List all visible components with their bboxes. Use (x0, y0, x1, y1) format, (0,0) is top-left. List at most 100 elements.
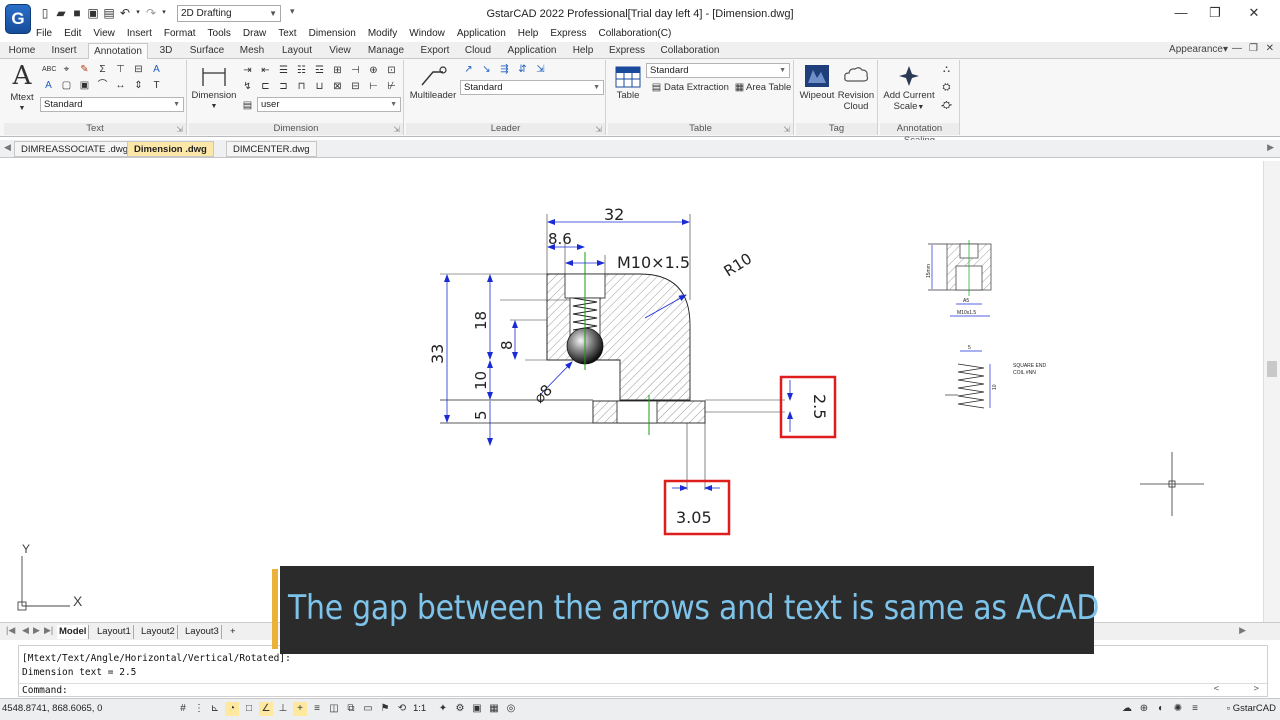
detail-view[interactable]: 15mm A5 M10x1.5 (926, 240, 992, 317)
layout-tab-model[interactable]: Model (57, 625, 90, 639)
dim-oblique-icon[interactable]: ⊏ (259, 80, 272, 93)
restore-button[interactable]: ❐ (1204, 3, 1226, 23)
tab-cloud[interactable]: Cloud (460, 43, 496, 59)
menu-help[interactable]: Help (512, 27, 545, 41)
text-frame-icon[interactable]: ▢ (60, 79, 73, 92)
menu-edit[interactable]: Edit (58, 27, 87, 41)
tab-home[interactable]: Home (4, 43, 40, 59)
text-style-icon[interactable]: A (150, 63, 163, 76)
mtext-button[interactable]: A Mtext ▼ (6, 62, 38, 114)
dim-tedit-icon[interactable]: ⊐ (277, 80, 290, 93)
add-current-scale-button[interactable]: Add Current Scale▼ (880, 64, 938, 113)
command-input-row[interactable]: Command: < > (19, 683, 1267, 697)
dim-linear-icon[interactable]: ⇥ (241, 64, 254, 77)
new-file-icon[interactable]: ▯ (38, 6, 52, 20)
customize-qat-icon[interactable]: ▾ (290, 6, 295, 17)
doc-tab-dimension[interactable]: Dimension .dwg (127, 141, 214, 157)
layout-tab-layout2[interactable]: Layout2 (139, 625, 178, 639)
wipeout-button[interactable]: Wipeout (798, 64, 836, 101)
lineweight-icon[interactable]: ≡ (310, 702, 324, 716)
ribbon-restore-icon[interactable]: ❐ (1249, 43, 1258, 54)
dim-aligned-icon[interactable]: ⇤ (259, 64, 272, 77)
menu-express[interactable]: Express (544, 27, 592, 41)
menu-dimension[interactable]: Dimension (303, 27, 362, 41)
tab-mesh[interactable]: Mesh (234, 43, 270, 59)
dyn-input-icon[interactable]: + (293, 702, 307, 716)
redo-icon[interactable]: ↷ (144, 6, 158, 20)
layout-tab-layout1[interactable]: Layout1 (95, 625, 134, 639)
hardware-accel-icon[interactable]: ▦ (487, 702, 501, 716)
dim-inspect-icon[interactable]: ⊡ (385, 64, 398, 77)
text-style-select[interactable]: Standard ▼ (40, 97, 184, 112)
menu-window[interactable]: Window (403, 27, 451, 41)
layout-prev-icon[interactable]: ◀ (22, 625, 29, 636)
table-button[interactable]: Table (610, 66, 646, 101)
table-style-select[interactable]: Standard ▼ (646, 63, 790, 78)
scrollbar-thumb[interactable] (1267, 361, 1277, 377)
dialog-launcher-icon[interactable]: ⇲ (393, 125, 400, 134)
open-folder-icon[interactable]: ▰ (54, 6, 68, 20)
scale-list-icon[interactable]: ⛬ (940, 63, 953, 76)
layout-first-icon[interactable]: |◀ (6, 625, 15, 636)
save-icon[interactable]: ■ (70, 6, 84, 20)
model-space-icon[interactable]: ▭ (361, 702, 375, 716)
print-icon[interactable]: ▤ (102, 6, 116, 20)
annotation-visibility-icon[interactable]: ⚑ (378, 702, 392, 716)
arc-text-icon[interactable]: ⌒ (96, 79, 109, 92)
menu-text[interactable]: Text (272, 27, 302, 41)
revision-cloud-button[interactable]: Revision Cloud (836, 64, 876, 112)
save-as-icon[interactable]: ▣ (86, 6, 100, 20)
lock-icon[interactable]: ⊕ (1137, 702, 1151, 716)
layout-last-icon[interactable]: ▶| (44, 625, 53, 636)
close-button[interactable]: ✕ (1243, 3, 1265, 23)
otrack-icon[interactable]: ∠ (259, 702, 273, 716)
command-scroll-right-icon[interactable]: > (1254, 684, 1259, 694)
dim-arc-icon[interactable]: ⊢ (367, 80, 380, 93)
menu-view[interactable]: View (87, 27, 121, 41)
dim-space-icon[interactable]: ⊞ (331, 64, 344, 77)
drawing-svg[interactable]: 32 8.6 M10×1.5 R10 33 18 8 10 5 ⌀8 2.5 3… (4, 161, 1262, 622)
menu-tools[interactable]: Tools (202, 27, 237, 41)
osnap-icon[interactable]: □ (242, 702, 256, 716)
dim-jog-icon[interactable]: ↯ (241, 80, 254, 93)
tab-scroll-right-icon[interactable]: ▶ (1267, 142, 1274, 153)
text-fit-icon[interactable]: ↔ (114, 79, 127, 92)
dim-reassociate-icon[interactable]: ⊓ (295, 80, 308, 93)
menu-modify[interactable]: Modify (362, 27, 403, 41)
tab-view[interactable]: View (324, 43, 356, 59)
multileader-style-select[interactable]: Standard ▼ (460, 80, 604, 95)
dim-update-icon[interactable]: ⊔ (313, 80, 326, 93)
area-table-button[interactable]: Area Table (746, 82, 791, 93)
align-leader-icon[interactable]: ⇶ (498, 63, 511, 76)
text-justify-icon[interactable]: ⊟ (132, 63, 145, 76)
dim-ordinate-icon[interactable]: ☲ (313, 64, 326, 77)
grid-icon[interactable]: # (176, 702, 190, 716)
menu-file[interactable]: File (30, 27, 58, 41)
notification-icon[interactable]: ◐ (1154, 702, 1168, 716)
appearance-menu[interactable]: Appearance▾ (1169, 44, 1228, 55)
ortho-icon[interactable]: ⊾ (208, 702, 222, 716)
selection-cycling-icon[interactable]: ⧉ (344, 702, 358, 716)
text-edit-icon[interactable]: ✎ (78, 63, 91, 76)
undo-icon[interactable]: ↶ (118, 6, 132, 20)
doc-tab-dimcenter[interactable]: DIMCENTER.dwg (226, 141, 317, 157)
delete-scale-icon[interactable]: ⛮ (940, 99, 953, 112)
dim-radius-icon[interactable]: ⊬ (385, 80, 398, 93)
dim-style-icon[interactable]: ▤ (241, 99, 254, 112)
vertical-scrollbar[interactable] (1263, 161, 1280, 622)
remove-leader-icon[interactable]: ↘ (480, 63, 493, 76)
transparency-icon[interactable]: ◫ (327, 702, 341, 716)
customize-status-icon[interactable]: ≡ (1188, 702, 1202, 716)
add-leader-icon[interactable]: ↗ (462, 63, 475, 76)
tab-application[interactable]: Application (504, 43, 560, 59)
dialog-launcher-icon[interactable]: ⇲ (783, 125, 790, 134)
text-mask-icon[interactable]: ▣ (78, 79, 91, 92)
tab-collaboration[interactable]: Collaboration (656, 43, 724, 59)
lock-ui-icon[interactable]: ⚙ (453, 702, 467, 716)
workspace-switch-icon[interactable]: ✦ (436, 702, 450, 716)
workspace-select[interactable]: 2D Drafting ▼ (177, 5, 281, 22)
dim-tolerance-icon[interactable]: ⊟ (349, 80, 362, 93)
layout-tab-layout3[interactable]: Layout3 (183, 625, 222, 639)
tab-layout[interactable]: Layout (278, 43, 316, 59)
bulb-icon[interactable]: ✺ (1171, 702, 1185, 716)
